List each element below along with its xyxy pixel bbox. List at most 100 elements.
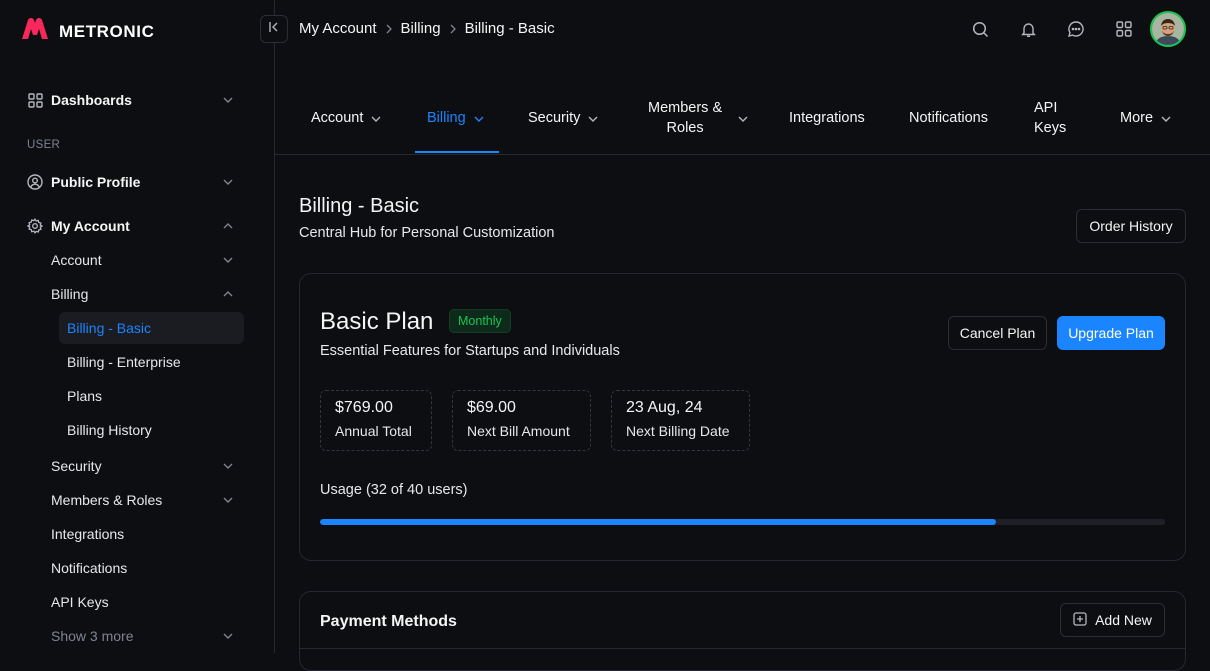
cancel-plan-button[interactable]: Cancel Plan xyxy=(948,316,1047,350)
plan-description: Essential Features for Startups and Indi… xyxy=(320,343,620,359)
tab-label-line: Roles xyxy=(666,120,704,136)
payment-methods-card: Payment Methods Add New xyxy=(299,591,1186,671)
sidebar-item-members-roles[interactable]: Members & Roles xyxy=(0,492,275,508)
sidebar-item-account[interactable]: Account xyxy=(0,252,275,268)
stat-value: $769.00 xyxy=(335,399,393,416)
chevron-down-icon xyxy=(222,94,234,106)
sidebar-item-label: Dashboards xyxy=(51,92,132,108)
usage-label: Usage (32 of 40 users) xyxy=(320,482,468,498)
sidebar-item-label: Billing History xyxy=(67,422,152,438)
chevron-down-icon xyxy=(371,110,381,126)
tab-label: API Keys xyxy=(1034,98,1066,138)
payment-methods-title: Payment Methods xyxy=(320,613,457,630)
breadcrumb-item[interactable]: Billing xyxy=(401,20,441,37)
page-title: Billing - Basic xyxy=(299,195,420,217)
header-actions xyxy=(956,11,1186,47)
sidebar: METRONIC Dashboards USER Public Profile … xyxy=(0,0,275,653)
stat-next-billing-date: 23 Aug, 24 Next Billing Date xyxy=(611,390,750,451)
sidebar-item-dashboards[interactable]: Dashboards xyxy=(0,91,275,109)
sidebar-item-label: Notifications xyxy=(51,560,128,576)
tab-notifications[interactable]: Notifications xyxy=(909,82,988,154)
sidebar-item-api-keys[interactable]: API Keys xyxy=(0,594,275,610)
stat-value: $69.00 xyxy=(467,399,516,416)
sidebar-item-label: Billing xyxy=(51,286,89,302)
stat-label: Annual Total xyxy=(335,423,412,439)
tab-label-line: Members & xyxy=(648,100,723,116)
bell-icon[interactable] xyxy=(1004,11,1052,47)
user-circle-icon xyxy=(27,174,43,190)
sidebar-item-security[interactable]: Security xyxy=(0,458,275,474)
tab-label-line: API xyxy=(1034,100,1058,116)
tab-more[interactable]: More xyxy=(1120,82,1171,154)
chevron-down-icon xyxy=(222,460,234,472)
add-new-label: Add New xyxy=(1095,612,1152,628)
breadcrumb: My Account Billing Billing - Basic xyxy=(299,20,555,37)
tab-billing[interactable]: Billing xyxy=(427,82,484,154)
sidebar-item-billing-history[interactable]: Billing History xyxy=(0,422,275,438)
collapse-left-icon xyxy=(268,20,280,38)
tab-label: Account xyxy=(311,110,364,126)
account-tabs: Account Billing Security Members & Roles… xyxy=(275,82,1210,155)
tab-label: Notifications xyxy=(909,110,988,126)
chat-icon[interactable] xyxy=(1052,11,1100,47)
chevron-right-icon xyxy=(386,24,392,34)
apps-grid-icon[interactable] xyxy=(1100,11,1148,47)
sidebar-item-plans[interactable]: Plans xyxy=(0,388,275,404)
chevron-down-icon xyxy=(222,254,234,266)
sidebar-item-public-profile[interactable]: Public Profile xyxy=(0,173,275,191)
chevron-down-icon xyxy=(738,110,748,126)
gear-icon xyxy=(27,218,43,234)
chevron-up-icon xyxy=(222,220,234,232)
sidebar-item-my-account[interactable]: My Account xyxy=(0,217,275,235)
breadcrumb-item[interactable]: My Account xyxy=(299,20,377,37)
sidebar-item-integrations[interactable]: Integrations xyxy=(0,526,275,542)
stat-label: Next Billing Date xyxy=(626,423,730,439)
add-new-button[interactable]: Add New xyxy=(1060,603,1165,637)
sidebar-item-billing-enterprise[interactable]: Billing - Enterprise xyxy=(0,354,275,370)
tab-integrations[interactable]: Integrations xyxy=(789,82,865,154)
tab-label: More xyxy=(1120,110,1154,126)
stat-annual-total: $769.00 Annual Total xyxy=(320,390,432,451)
chevron-down-icon xyxy=(1161,110,1171,126)
show-more-label: Show 3 more xyxy=(51,628,134,644)
tab-label-line: Keys xyxy=(1034,120,1067,136)
tab-label: Integrations xyxy=(789,110,865,126)
sidebar-collapse-button[interactable] xyxy=(260,15,288,43)
divider xyxy=(300,648,1185,649)
upgrade-plan-button[interactable]: Upgrade Plan xyxy=(1057,316,1165,350)
stat-label: Next Bill Amount xyxy=(467,423,570,439)
search-icon[interactable] xyxy=(956,11,1004,47)
brand-name: METRONIC xyxy=(59,21,155,41)
billing-cycle-badge: Monthly xyxy=(449,309,511,333)
tab-members-roles[interactable]: Members & Roles xyxy=(648,82,748,154)
breadcrumb-current: Billing - Basic xyxy=(464,20,555,37)
sidebar-item-notifications[interactable]: Notifications xyxy=(0,560,275,576)
sidebar-item-label: Plans xyxy=(67,388,103,404)
tab-label: Security xyxy=(528,110,581,126)
sidebar-item-label: Security xyxy=(51,458,102,474)
user-avatar[interactable] xyxy=(1150,11,1186,47)
metronic-logo-icon xyxy=(20,17,50,46)
plan-card: Basic Plan Monthly Essential Features fo… xyxy=(299,273,1186,561)
plus-square-icon xyxy=(1073,611,1087,629)
section-label-user: USER xyxy=(27,139,61,151)
chevron-right-icon xyxy=(450,24,456,34)
sidebar-item-billing-basic[interactable]: Billing - Basic xyxy=(0,320,275,336)
sidebar-item-label: Billing - Basic xyxy=(67,320,152,336)
sidebar-item-label: My Account xyxy=(51,218,130,234)
usage-progress-fill xyxy=(320,519,996,525)
order-history-button[interactable]: Order History xyxy=(1076,209,1186,243)
sidebar-item-label: Integrations xyxy=(51,526,125,542)
tab-label: Billing xyxy=(427,110,466,126)
tab-label: Members & Roles xyxy=(648,98,722,138)
sidebar-item-billing[interactable]: Billing xyxy=(0,286,275,302)
tab-account[interactable]: Account xyxy=(311,82,381,154)
chevron-down-icon xyxy=(474,110,484,126)
brand-logo[interactable]: METRONIC xyxy=(20,17,154,46)
dashboard-grid-icon xyxy=(27,92,43,108)
sidebar-show-more[interactable]: Show 3 more xyxy=(0,628,275,644)
chevron-down-icon xyxy=(222,630,234,642)
tab-security[interactable]: Security xyxy=(528,82,598,154)
stat-value: 23 Aug, 24 xyxy=(626,399,703,416)
tab-api-keys[interactable]: API Keys xyxy=(1034,82,1066,154)
